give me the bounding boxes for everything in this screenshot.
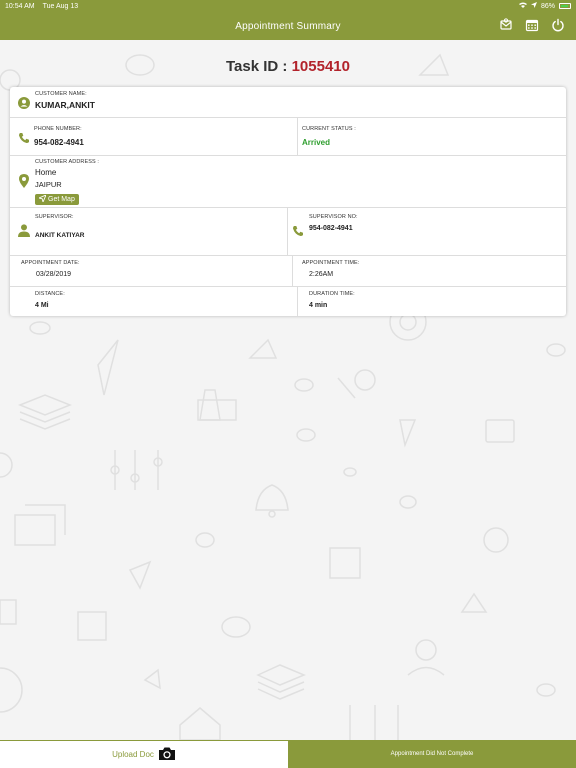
phone-status-divider bbox=[297, 118, 298, 155]
duration-label: DURATION TIME: bbox=[309, 291, 355, 297]
distance-divider bbox=[297, 287, 298, 316]
supervisor-divider bbox=[287, 208, 288, 255]
phone-status-row: PHONE NUMBER: 954-082-4941 CURRENT STATU… bbox=[10, 118, 566, 156]
power-icon[interactable] bbox=[550, 17, 566, 33]
status-date: Tue Aug 13 bbox=[42, 2, 79, 10]
supervisor-phone-icon[interactable] bbox=[292, 224, 304, 242]
battery-percent: 86% bbox=[540, 2, 555, 10]
task-id-heading: Task ID : 1055410 bbox=[0, 58, 576, 75]
distance-duration-row: DISTANCE: 4 Mi DURATION TIME: 4 min bbox=[10, 287, 566, 316]
location-pin-icon bbox=[19, 174, 29, 193]
customer-name-row: CUSTOMER NAME: KUMAR,ANKIT bbox=[10, 87, 566, 118]
user-circle-icon bbox=[18, 96, 30, 114]
wifi-icon bbox=[518, 2, 527, 10]
appointment-details-card: CUSTOMER NAME: KUMAR,ANKIT PHONE NUMBER:… bbox=[10, 87, 566, 316]
status-time: 10:54 AM bbox=[5, 2, 35, 10]
footer-actions: Upload Doc Appointment Did Not Complete bbox=[0, 740, 576, 768]
status-right: 86% bbox=[518, 2, 571, 10]
camera-icon bbox=[158, 746, 176, 763]
customer-address-row: CUSTOMER ADDRESS : Home JAIPUR Get Map bbox=[10, 156, 566, 208]
appointment-time-value: 2:26AM bbox=[309, 271, 334, 278]
appointment-date-label: APPOINTMENT DATE: bbox=[21, 260, 80, 266]
navigation-arrow-icon bbox=[37, 194, 47, 204]
chat-icon[interactable] bbox=[498, 17, 514, 33]
duration-value: 4 min bbox=[309, 302, 328, 309]
address-line-2: JAIPUR bbox=[35, 180, 62, 189]
phone-icon[interactable] bbox=[18, 131, 30, 149]
page-title: Appointment Summary bbox=[235, 20, 341, 32]
person-icon bbox=[18, 224, 30, 242]
appointment-not-complete-button[interactable]: Appointment Did Not Complete bbox=[288, 740, 576, 768]
phone-number-label: PHONE NUMBER: bbox=[34, 126, 82, 132]
supervisor-label: SUPERVISOR: bbox=[35, 214, 74, 220]
phone-number-value[interactable]: 954-082-4941 bbox=[34, 138, 84, 147]
customer-address-label: CUSTOMER ADDRESS : bbox=[35, 159, 100, 165]
supervisor-no-value[interactable]: 954-082-4941 bbox=[309, 225, 358, 232]
get-map-label: Get Map bbox=[48, 196, 75, 203]
nav-icons bbox=[498, 17, 566, 33]
customer-name-label: CUSTOMER NAME: bbox=[35, 91, 87, 97]
current-status-value: Arrived bbox=[302, 138, 331, 147]
appointment-time-label: APPOINTMENT TIME: bbox=[302, 260, 360, 266]
address-line-1: Home bbox=[35, 168, 57, 177]
battery-icon bbox=[559, 3, 571, 9]
supervisor-name-value: ANKIT KATIYAR bbox=[35, 232, 85, 239]
distance-value: 4 Mi bbox=[35, 302, 49, 309]
upload-doc-button[interactable]: Upload Doc bbox=[0, 740, 288, 768]
calendar-icon[interactable] bbox=[524, 17, 540, 33]
current-status-label: CURRENT STATUS : bbox=[302, 126, 356, 132]
task-id-label: Task ID : bbox=[226, 58, 292, 75]
appointment-datetime-row: APPOINTMENT DATE: 03/28/2019 APPOINTMENT… bbox=[10, 256, 566, 287]
get-map-button[interactable]: Get Map bbox=[35, 194, 79, 205]
supervisor-row: SUPERVISOR: ANKIT KATIYAR SUPERVISOR NO:… bbox=[10, 208, 566, 256]
supervisor-no-label: SUPERVISOR NO: bbox=[309, 214, 358, 220]
customer-name-value: KUMAR,ANKIT bbox=[35, 100, 95, 110]
task-id-value: 1055410 bbox=[291, 58, 350, 75]
appointment-date-value: 03/28/2019 bbox=[36, 271, 72, 278]
upload-doc-label: Upload Doc bbox=[112, 750, 154, 759]
distance-label: DISTANCE: bbox=[35, 291, 65, 297]
datetime-divider bbox=[292, 256, 293, 286]
status-bar: 10:54 AM Tue Aug 13 86% bbox=[0, 0, 576, 12]
location-icon bbox=[530, 2, 537, 10]
nav-bar: Appointment Summary bbox=[0, 12, 576, 40]
